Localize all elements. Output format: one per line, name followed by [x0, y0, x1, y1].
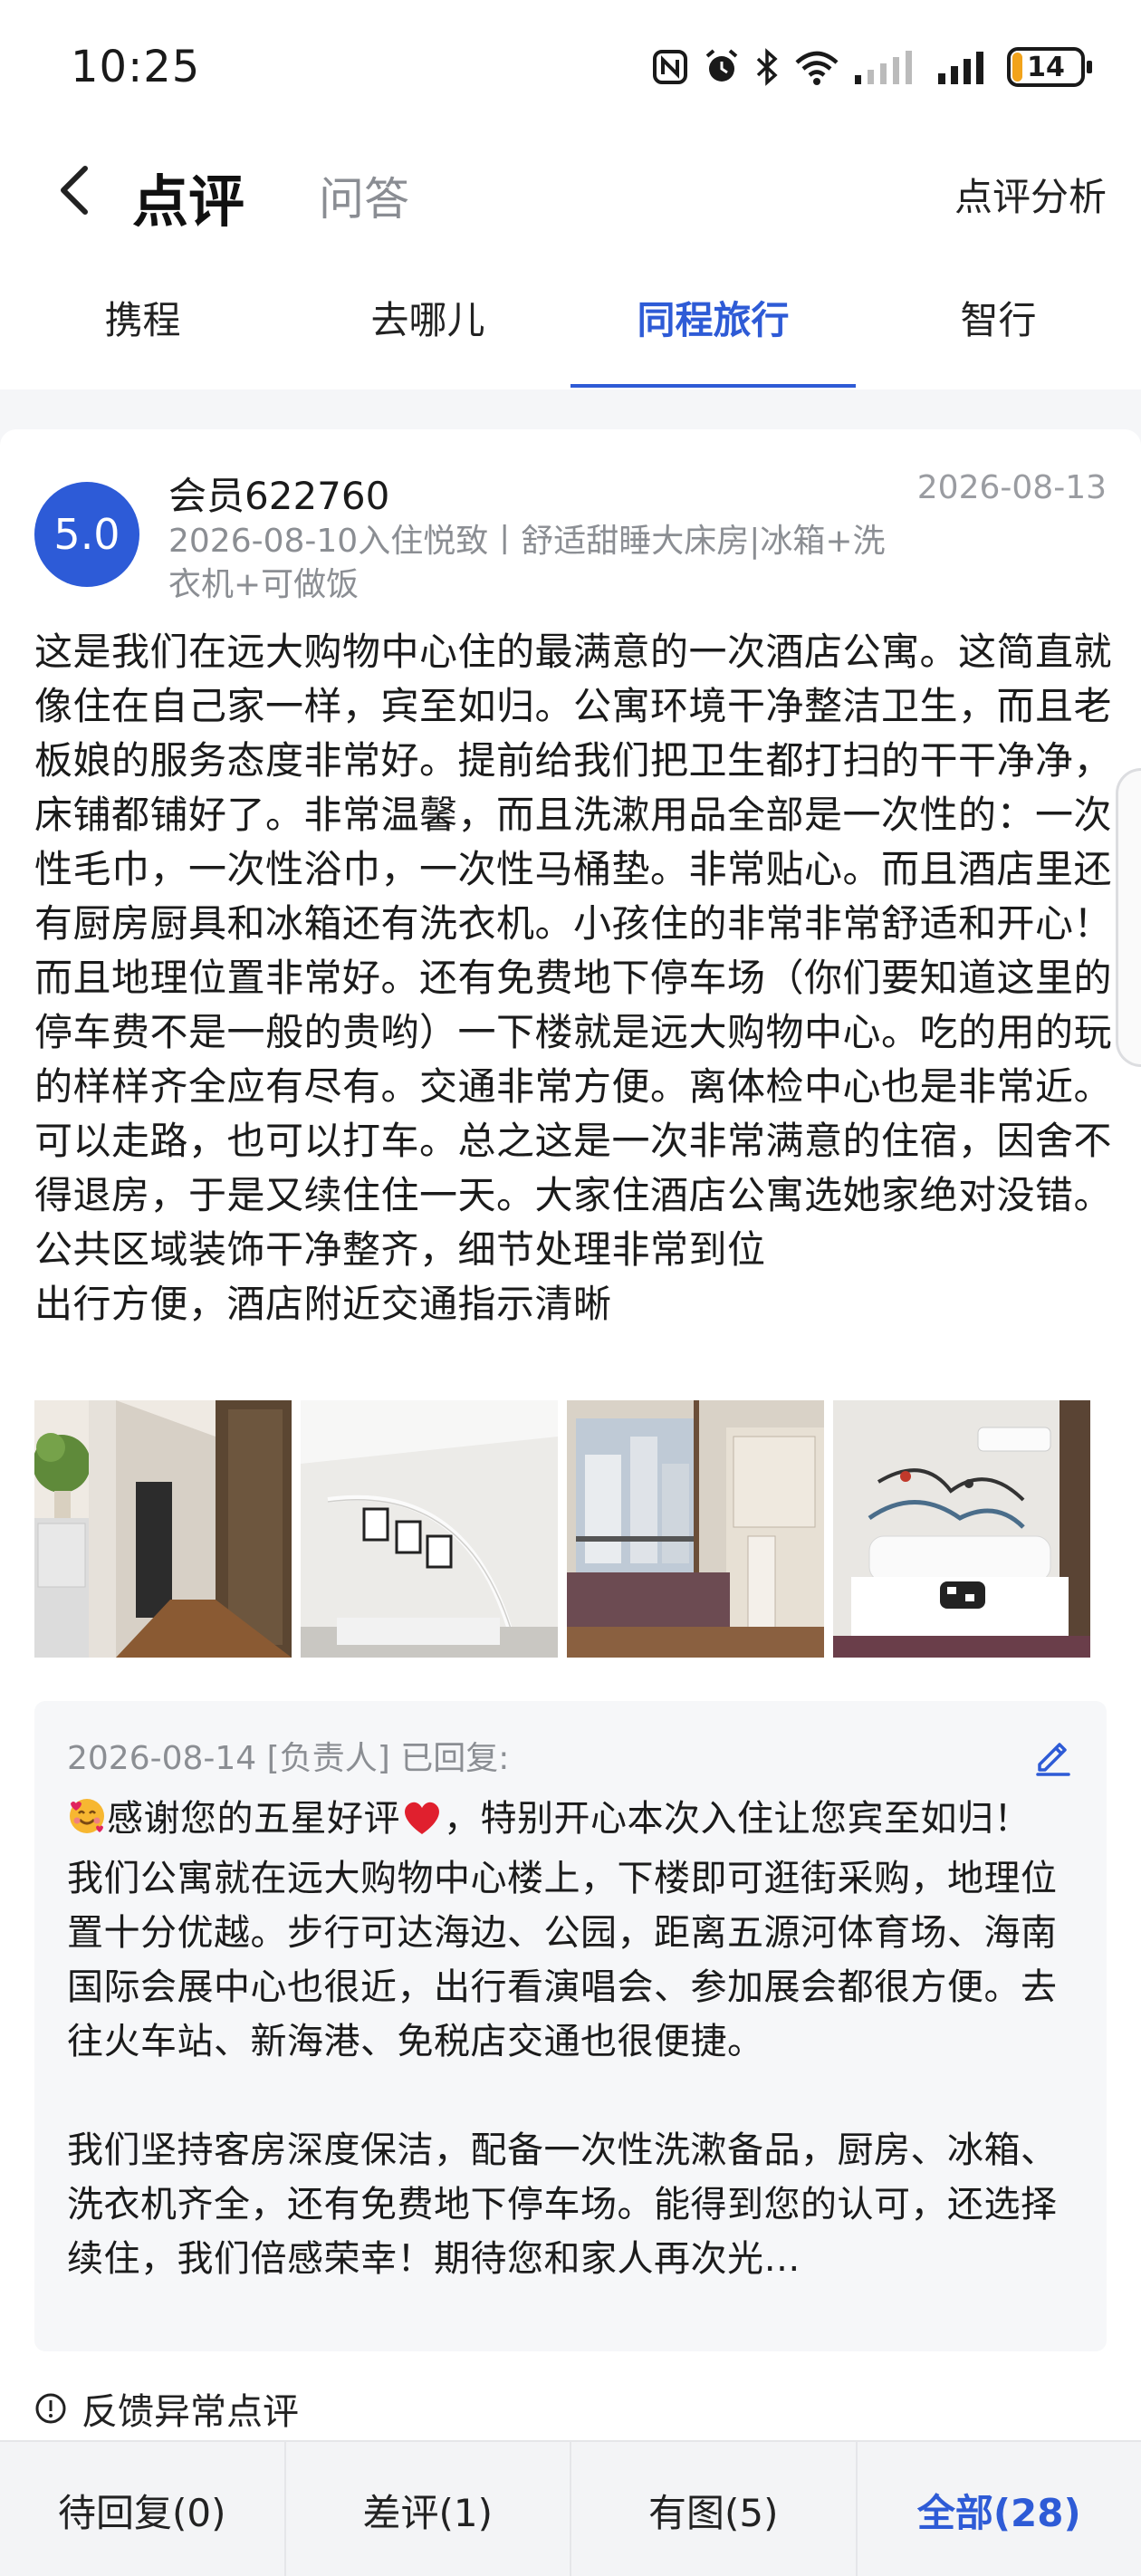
bottom-filter-bar: 待回复(0) 差评(1) 有图(5) 全部(28)	[0, 2440, 1141, 2576]
warning-icon	[35, 2393, 66, 2424]
score-badge: 5.0	[34, 482, 139, 587]
stay-info: 2026-08-10入住悦致丨舒适甜睡大床房|冰箱+洗衣机+可做饭	[168, 523, 886, 603]
report-abnormal-label: 反馈异常点评	[82, 2391, 299, 2433]
pencil-icon	[1036, 1743, 1070, 1776]
review-date: 2026-08-13	[916, 469, 1107, 506]
tab-qunar[interactable]: 去哪儿	[285, 245, 570, 389]
chevron-left-icon	[61, 166, 88, 215]
reply-text-part-1: 感谢您的五星好评	[107, 1798, 400, 1840]
filter-pending-reply[interactable]: 待回复(0)	[0, 2442, 286, 2576]
alarm-icon	[703, 48, 741, 86]
wifi-icon	[793, 48, 840, 86]
back-button[interactable]	[42, 158, 107, 223]
tab-tongcheng[interactable]: 同程旅行	[570, 245, 856, 389]
status-bar: 10:25 14	[0, 0, 1141, 136]
owner-reply: 2026-08-14 [负责人] 已回复: 感谢您的五星好评 ，特别开心本次入住让…	[34, 1701, 1107, 2351]
tab-qa[interactable]: 问答	[319, 163, 409, 228]
battery-icon: 14	[1007, 47, 1092, 87]
tab-reviews[interactable]: 点评	[132, 156, 244, 237]
tab-zhixing[interactable]: 智行	[856, 245, 1141, 389]
review-card: 5.0 会员622760 2026-08-13 2026-08-10入住悦致丨舒…	[0, 429, 1141, 2494]
active-tab-indicator	[570, 384, 856, 388]
signal-icon	[855, 48, 924, 86]
edit-reply-button[interactable]	[1031, 1734, 1074, 1777]
red-heart-icon	[400, 1797, 444, 1851]
bed-photo[interactable]	[833, 1400, 1090, 1658]
reply-text-part-2: ，特别开心本次入住让您宾至如归！ 我们公寓就在远大购物中心楼上，下楼即可逛街采购…	[67, 1798, 1058, 2280]
reply-meta: 2026-08-14 [负责人] 已回复:	[67, 1740, 510, 1777]
signal-icon	[938, 48, 992, 86]
battery-percent: 14	[1027, 51, 1065, 83]
report-abnormal-review[interactable]: 反馈异常点评	[34, 2382, 299, 2435]
nfc-icon	[652, 49, 688, 85]
status-time: 10:25	[71, 42, 201, 92]
review-photos	[34, 1400, 1090, 1658]
battery-level-fill	[1012, 53, 1022, 82]
smiling-face-with-hearts-icon	[67, 1796, 107, 1851]
hallway-photo[interactable]	[34, 1400, 292, 1658]
reply-text: 感谢您的五星好评 ，特别开心本次入住让您宾至如归！ 我们公寓就在远大购物中心楼上，…	[67, 1792, 1072, 2326]
balcony-photo[interactable]	[567, 1400, 824, 1658]
review-text: 这是我们在远大购物中心住的最满意的一次酒店公寓。这简直就像住在自己家一样，宾至如…	[34, 630, 1113, 1326]
review-analysis-button[interactable]: 点评分析	[954, 167, 1107, 222]
tab-ctrip[interactable]: 携程	[0, 245, 285, 389]
header: 点评 问答 点评分析	[0, 136, 1141, 245]
filter-negative[interactable]: 差评(1)	[285, 2442, 571, 2576]
platform-tabs: 携程 去哪儿 同程旅行 智行	[0, 245, 1141, 389]
filter-with-photos[interactable]: 有图(5)	[571, 2442, 858, 2576]
bluetooth-icon	[755, 48, 779, 86]
filter-all[interactable]: 全部(28)	[857, 2442, 1141, 2576]
member-name: 会员622760	[168, 474, 390, 518]
status-icons: 14	[652, 45, 1092, 89]
bedroom-wall-photo[interactable]	[301, 1400, 558, 1658]
side-drawer-handle[interactable]	[1116, 768, 1141, 1067]
